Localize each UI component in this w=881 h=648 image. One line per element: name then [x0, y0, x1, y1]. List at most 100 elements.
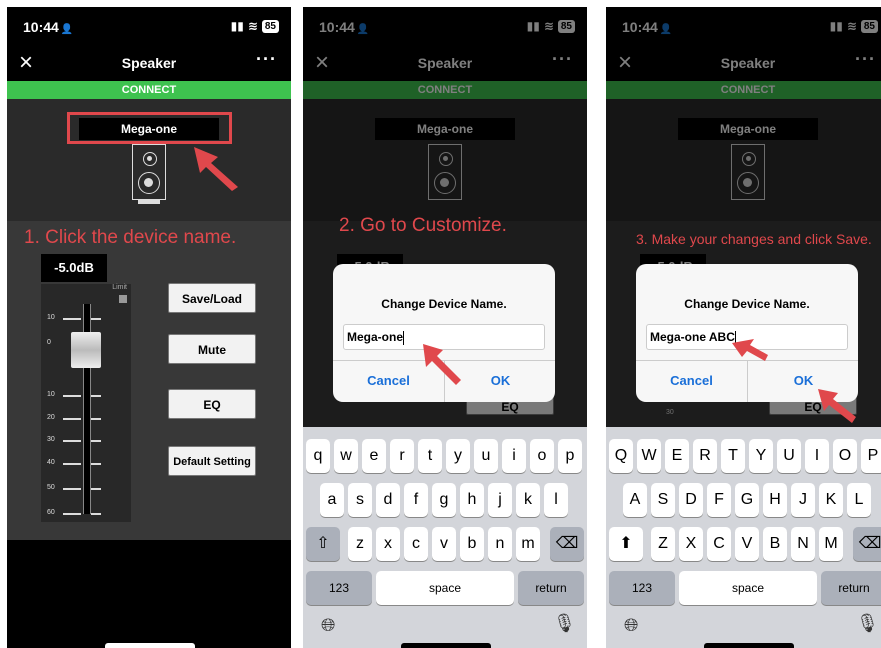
key-j[interactable]: J [791, 483, 815, 517]
key-u[interactable]: u [474, 439, 498, 473]
key-z[interactable]: Z [651, 527, 675, 561]
key-w[interactable]: w [334, 439, 358, 473]
key-c[interactable]: c [404, 527, 428, 561]
space-key[interactable]: space [376, 571, 514, 605]
key-u[interactable]: U [777, 439, 801, 473]
phone-screen-1: 10:44 👤 ▮▮ ≋ 85 × Speaker ··· CONNECT Mega-… [7, 7, 291, 648]
key-o[interactable]: O [833, 439, 857, 473]
signal-icon: ▮▮ [230, 19, 244, 33]
key-p[interactable]: P [861, 439, 881, 473]
key-a[interactable]: a [320, 483, 344, 517]
key-t[interactable]: t [418, 439, 442, 473]
phone-screen-3: 10:44👤 ▮▮≋85 × Speaker ··· CONNECT Mega-… [606, 7, 881, 648]
globe-icon[interactable]: 🌐︎ [624, 615, 638, 636]
key-z[interactable]: z [348, 527, 372, 561]
key-w[interactable]: W [637, 439, 661, 473]
limit-label: Limit [112, 284, 127, 291]
key-t[interactable]: T [721, 439, 745, 473]
numbers-key[interactable]: 123 [306, 571, 372, 605]
key-b[interactable]: b [460, 527, 484, 561]
mute-button[interactable]: Mute [168, 334, 256, 364]
instruction-text: 2. Go to Customize. [339, 215, 507, 236]
eq-button[interactable]: EQ [168, 389, 256, 419]
key-k[interactable]: K [819, 483, 843, 517]
microphone-icon[interactable]: 🎙︎ [856, 613, 879, 634]
key-v[interactable]: V [735, 527, 759, 561]
key-k[interactable]: k [516, 483, 540, 517]
phone-screen-2: 10:44👤 ▮▮≋85 × Speaker ··· CONNECT Mega-… [303, 7, 587, 648]
key-s[interactable]: s [348, 483, 372, 517]
microphone-icon[interactable]: 🎙︎ [553, 613, 576, 634]
volume-fader[interactable]: Limit 10 0 10 20 30 40 50 60 [41, 284, 131, 522]
key-c[interactable]: C [707, 527, 731, 561]
return-key[interactable]: return [821, 571, 881, 605]
pointer-arrow-icon [818, 389, 856, 423]
key-n[interactable]: N [791, 527, 815, 561]
home-indicator [704, 643, 794, 648]
more-icon[interactable]: ··· [256, 49, 277, 70]
key-x[interactable]: X [679, 527, 703, 561]
fader-knob[interactable] [71, 332, 101, 368]
key-f[interactable]: F [707, 483, 731, 517]
numbers-key[interactable]: 123 [609, 571, 675, 605]
key-y[interactable]: Y [749, 439, 773, 473]
delete-icon[interactable]: ⌫ [853, 527, 881, 561]
shift-icon[interactable]: ⬆ [609, 527, 643, 561]
wifi-icon: ≋ [247, 19, 258, 33]
highlight-box [67, 112, 232, 144]
return-key[interactable]: return [518, 571, 584, 605]
key-e[interactable]: e [362, 439, 386, 473]
key-s[interactable]: S [651, 483, 675, 517]
key-j[interactable]: j [488, 483, 512, 517]
key-l[interactable]: L [847, 483, 871, 517]
key-q[interactable]: q [306, 439, 330, 473]
key-r[interactable]: r [390, 439, 414, 473]
key-l[interactable]: l [544, 483, 568, 517]
pointer-arrow-icon [423, 344, 461, 385]
instruction-text: 3. Make your changes and click Save. [636, 231, 872, 247]
space-key[interactable]: space [679, 571, 817, 605]
key-a[interactable]: A [623, 483, 647, 517]
shift-icon[interactable]: ⇧ [306, 527, 340, 561]
dialog-title: Change Device Name. [684, 297, 810, 311]
nav-bar: × Speaker ··· [7, 45, 291, 81]
key-y[interactable]: y [446, 439, 470, 473]
key-n[interactable]: n [488, 527, 512, 561]
globe-icon[interactable]: 🌐︎ [321, 615, 335, 636]
key-g[interactable]: G [735, 483, 759, 517]
key-d[interactable]: D [679, 483, 703, 517]
key-r[interactable]: R [693, 439, 717, 473]
instruction-text: 1. Click the device name. [24, 227, 237, 248]
key-h[interactable]: H [763, 483, 787, 517]
db-readout: -5.0dB [41, 254, 107, 282]
status-time: 10:44 [23, 19, 59, 35]
cancel-button[interactable]: Cancel [636, 360, 747, 402]
key-m[interactable]: m [516, 527, 540, 561]
dialog-title: Change Device Name. [381, 297, 507, 311]
key-q[interactable]: Q [609, 439, 633, 473]
change-name-dialog: Change Device Name. Mega-one ABC Cancel … [636, 264, 858, 402]
key-v[interactable]: v [432, 527, 456, 561]
person-icon: 👤 [60, 24, 74, 35]
key-e[interactable]: E [665, 439, 689, 473]
key-b[interactable]: B [763, 527, 787, 561]
home-indicator [401, 643, 491, 648]
save-load-button[interactable]: Save/Load [168, 283, 256, 313]
delete-icon[interactable]: ⌫ [550, 527, 584, 561]
battery-icon: 85 [261, 19, 279, 33]
key-f[interactable]: f [404, 483, 428, 517]
connect-status-bar[interactable]: CONNECT [7, 81, 291, 99]
key-i[interactable]: I [805, 439, 829, 473]
key-g[interactable]: g [432, 483, 456, 517]
key-d[interactable]: d [376, 483, 400, 517]
key-o[interactable]: o [530, 439, 554, 473]
limit-indicator [119, 295, 127, 303]
default-setting-button[interactable]: Default Setting [168, 446, 256, 476]
key-h[interactable]: h [460, 483, 484, 517]
pointer-arrow-icon [194, 147, 238, 191]
key-p[interactable]: p [558, 439, 582, 473]
key-x[interactable]: x [376, 527, 400, 561]
keyboard: q w e r t y u i o p a s d f g h j k l ⇧ … [303, 427, 587, 648]
key-i[interactable]: i [502, 439, 526, 473]
key-m[interactable]: M [819, 527, 843, 561]
